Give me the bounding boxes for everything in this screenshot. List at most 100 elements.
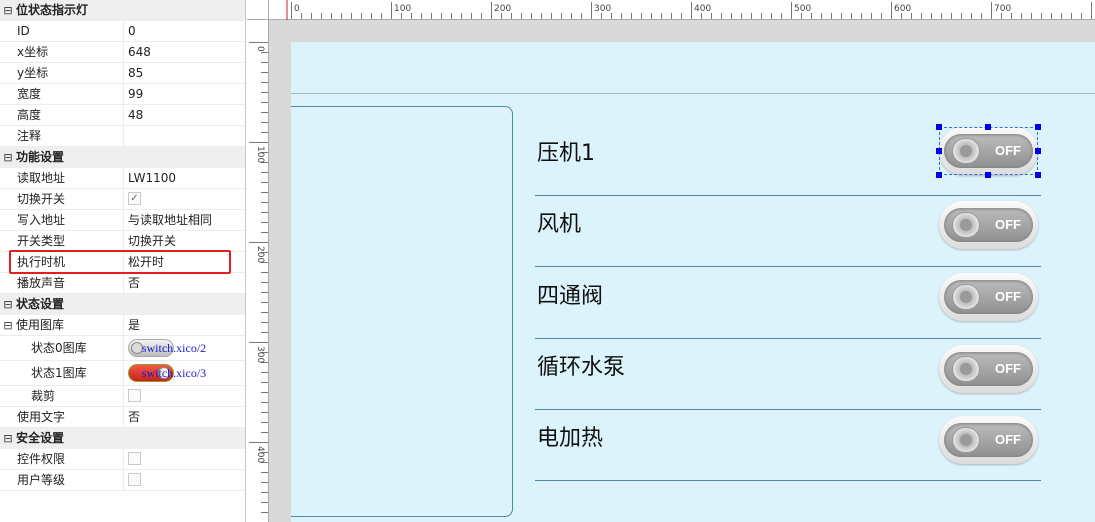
property-row-user-level[interactable]: 用户等级 bbox=[0, 470, 245, 491]
property-key: ID bbox=[0, 21, 124, 42]
resize-handle[interactable] bbox=[936, 148, 942, 154]
highlight-box bbox=[9, 250, 231, 274]
switch-knob-icon bbox=[952, 356, 980, 382]
collapse-icon[interactable]: ⊟ bbox=[0, 294, 16, 315]
gallery-path: switch.xico/2 bbox=[141, 341, 207, 355]
property-value[interactable]: 切换开关 bbox=[124, 231, 245, 252]
toggle-switch[interactable]: OFF bbox=[939, 201, 1038, 249]
control-label: 压机1 bbox=[537, 141, 595, 166]
toggle-switch[interactable]: OFF bbox=[939, 273, 1038, 321]
crop-checkbox[interactable] bbox=[128, 389, 141, 402]
property-row-height[interactable]: 高度 48 bbox=[0, 105, 245, 126]
property-key-label: 使用图库 bbox=[16, 318, 65, 332]
property-row-control-permission[interactable]: 控件权限 bbox=[0, 449, 245, 470]
resize-handle[interactable] bbox=[936, 172, 942, 178]
property-value[interactable] bbox=[124, 126, 245, 147]
resize-handle[interactable] bbox=[936, 124, 942, 130]
property-row-y[interactable]: y坐标 85 bbox=[0, 63, 245, 84]
section-header-security[interactable]: ⊟ 安全设置 bbox=[0, 428, 245, 449]
resize-handle[interactable] bbox=[1035, 124, 1041, 130]
section-header-function[interactable]: ⊟ 功能设置 bbox=[0, 147, 245, 168]
property-value[interactable]: switch.xico/3 bbox=[124, 361, 245, 386]
property-row-use-text[interactable]: 使用文字 否 bbox=[0, 407, 245, 428]
ruler-label: 200 bbox=[255, 246, 265, 263]
collapse-icon[interactable]: ⊟ bbox=[0, 0, 16, 21]
section-title: 位状态指示灯 bbox=[16, 3, 89, 17]
property-value[interactable]: 48 bbox=[124, 105, 245, 126]
collapse-icon[interactable]: ⊟ bbox=[0, 315, 16, 335]
property-value[interactable]: 是 bbox=[124, 315, 245, 336]
property-row-x[interactable]: x坐标 648 bbox=[0, 42, 245, 63]
property-key: 状态0图库 bbox=[0, 336, 124, 361]
property-row-comment[interactable]: 注释 bbox=[0, 126, 245, 147]
property-row-toggle-switch[interactable]: 切换开关 ✓ bbox=[0, 189, 245, 210]
property-key: 用户等级 bbox=[0, 470, 124, 491]
hmi-screen[interactable]: 压机1 OFF 风机 OFF 四通阀 OFF 循环水泵 OFF 电加热 OFF bbox=[291, 42, 1095, 522]
ruler-label: 0 bbox=[294, 4, 300, 14]
switch-knob-icon bbox=[952, 212, 980, 238]
property-value[interactable] bbox=[124, 449, 245, 470]
collapse-icon[interactable]: ⊟ bbox=[0, 428, 16, 449]
property-row-play-sound[interactable]: 播放声音 否 bbox=[0, 273, 245, 294]
property-row-read-address[interactable]: 读取地址 LW1100 bbox=[0, 168, 245, 189]
toggle-switch[interactable]: OFF bbox=[939, 345, 1038, 393]
property-row-write-address[interactable]: 写入地址 与读取地址相同 bbox=[0, 210, 245, 231]
property-value[interactable]: 85 bbox=[124, 63, 245, 84]
row-underline bbox=[535, 480, 1041, 481]
property-value[interactable]: 0 bbox=[124, 21, 245, 42]
property-key: 切换开关 bbox=[0, 189, 124, 210]
switch-knob-icon bbox=[952, 427, 980, 453]
property-row-switch-type[interactable]: 开关类型 切换开关 bbox=[0, 231, 245, 252]
resize-handle[interactable] bbox=[985, 172, 991, 178]
toggle-switch[interactable]: OFF bbox=[939, 416, 1038, 464]
resize-handle[interactable] bbox=[1035, 172, 1041, 178]
control-label: 电加热 bbox=[537, 426, 604, 451]
collapse-icon[interactable]: ⊟ bbox=[0, 147, 16, 168]
design-area[interactable]: 0 100 200 300 400 500 600 700 0 100 200 300 400 压机1… bbox=[247, 0, 1095, 522]
property-value[interactable]: 否 bbox=[124, 273, 245, 294]
toggle-checkbox[interactable]: ✓ bbox=[128, 192, 141, 205]
property-value[interactable]: switch.xico/2 bbox=[124, 336, 245, 361]
switch-state-text: OFF bbox=[995, 361, 1021, 376]
row-underline bbox=[535, 266, 1041, 267]
section-header-state[interactable]: ⊟ 状态设置 bbox=[0, 294, 245, 315]
property-row-crop[interactable]: 裁剪 bbox=[0, 386, 245, 407]
property-row-state1-gallery[interactable]: 状态1图库 switch.xico/3 bbox=[0, 361, 245, 386]
horizontal-ruler: 0 100 200 300 400 500 600 700 bbox=[247, 0, 1095, 20]
property-value[interactable] bbox=[124, 386, 245, 407]
property-value[interactable]: 与读取地址相同 bbox=[124, 210, 245, 231]
ruler-label: 0 bbox=[255, 46, 265, 52]
switch-knob-icon bbox=[952, 284, 980, 310]
ruler-label: 400 bbox=[255, 446, 265, 463]
permission-checkbox[interactable] bbox=[128, 452, 141, 465]
property-key: ⊟ 使用图库 bbox=[0, 315, 124, 336]
property-value[interactable]: 99 bbox=[124, 84, 245, 105]
property-value[interactable]: ✓ bbox=[124, 189, 245, 210]
resize-handle[interactable] bbox=[985, 124, 991, 130]
property-row-id[interactable]: ID 0 bbox=[0, 21, 245, 42]
property-panel: ⊟ 位状态指示灯 ID 0 x坐标 648 y坐标 85 宽度 99 高度 48… bbox=[0, 0, 246, 522]
left-panel-frame[interactable] bbox=[291, 106, 513, 517]
gallery-path: switch.xico/3 bbox=[141, 366, 207, 380]
property-value[interactable]: 否 bbox=[124, 407, 245, 428]
property-value[interactable]: 648 bbox=[124, 42, 245, 63]
property-key: 读取地址 bbox=[0, 168, 124, 189]
resize-handle[interactable] bbox=[1035, 148, 1041, 154]
section-title: 状态设置 bbox=[16, 297, 65, 311]
ruler-label: 200 bbox=[494, 4, 511, 14]
ruler-label: 400 bbox=[694, 4, 711, 14]
vertical-ruler: 0 100 200 300 400 bbox=[247, 20, 269, 522]
ruler-label: 500 bbox=[794, 4, 811, 14]
ruler-label: 700 bbox=[994, 4, 1011, 14]
property-key: x坐标 bbox=[0, 42, 124, 63]
section-header-indicator[interactable]: ⊟ 位状态指示灯 bbox=[0, 0, 245, 21]
property-value[interactable] bbox=[124, 470, 245, 491]
property-row-state0-gallery[interactable]: 状态0图库 switch.xico/2 bbox=[0, 336, 245, 361]
property-row-use-gallery[interactable]: ⊟ 使用图库 是 bbox=[0, 315, 245, 336]
property-value[interactable]: LW1100 bbox=[124, 168, 245, 189]
header-divider bbox=[291, 93, 1095, 94]
selection-box bbox=[939, 127, 1038, 175]
property-row-width[interactable]: 宽度 99 bbox=[0, 84, 245, 105]
user-level-checkbox[interactable] bbox=[128, 473, 141, 486]
control-label: 四通阀 bbox=[537, 284, 604, 309]
